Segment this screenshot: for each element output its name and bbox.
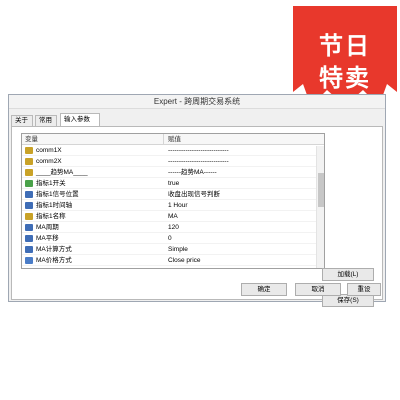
ok-button[interactable]: 确定 <box>241 283 287 296</box>
param-value[interactable]: 收盘出现信号判断 <box>168 189 220 200</box>
tab-about[interactable]: 关于 <box>11 115 33 126</box>
number-icon <box>25 223 33 231</box>
param-name: MA平移 <box>36 235 59 242</box>
column-divider[interactable] <box>163 134 164 145</box>
params-table: 变量 赋值 comm1X ---------------------------… <box>21 133 325 269</box>
param-value[interactable]: 0 <box>168 233 172 244</box>
param-name: 指标1开关 <box>36 180 66 187</box>
param-value[interactable]: MA <box>168 211 178 222</box>
table-row[interactable]: MA价格方式 Close price <box>22 255 324 266</box>
scrollbar-thumb[interactable] <box>318 173 324 207</box>
param-name: MA周期 <box>36 224 59 231</box>
param-name: 指标1时间轴 <box>36 202 73 209</box>
expert-dialog: Expert - 跨周期交易系统 关于 常用 输入参数 变量 赋值 comm1X… <box>8 94 386 307</box>
param-name: ____趋势MA____ <box>36 169 88 176</box>
input-params-panel: 变量 赋值 comm1X ---------------------------… <box>11 126 383 307</box>
cancel-button[interactable]: 取消 <box>295 283 341 296</box>
param-name: comm2X <box>36 158 62 165</box>
param-value[interactable]: 1 Hour <box>168 200 188 211</box>
column-header-value[interactable]: 赋值 <box>168 134 181 145</box>
number-icon <box>25 190 33 198</box>
tab-common[interactable]: 常用 <box>35 115 57 126</box>
param-name: 指标1信号位置 <box>36 191 79 198</box>
number-icon <box>25 245 33 253</box>
table-row[interactable]: MA平移 0 <box>22 233 324 244</box>
load-button[interactable]: 加载(L) <box>322 268 374 281</box>
param-name: comm1X <box>36 147 62 154</box>
promo-text-line1: 节日 <box>319 32 371 60</box>
vertical-scrollbar[interactable] <box>316 146 324 268</box>
param-name: MA价格方式 <box>36 257 72 264</box>
param-name: 指标1名称 <box>36 213 66 220</box>
param-value[interactable]: true <box>168 178 179 189</box>
table-header: 变量 赋值 <box>22 134 324 145</box>
param-value[interactable]: ---------------------------- <box>168 145 229 156</box>
param-name: MA计算方式 <box>36 246 72 253</box>
table-row[interactable]: 指标1信号位置 收盘出现信号判断 <box>22 189 324 200</box>
promo-badge: 节日 特卖 <box>293 6 397 106</box>
column-header-variable[interactable]: 变量 <box>25 134 38 145</box>
promo-text-line2: 特卖 <box>319 64 371 92</box>
number-icon <box>25 234 33 242</box>
table-row[interactable]: MA计算方式 Simple <box>22 244 324 255</box>
param-value[interactable]: ------趋势MA------ <box>168 167 217 178</box>
dialog-title: Expert - 跨周期交易系统 <box>9 95 385 109</box>
param-value[interactable]: Close price <box>168 255 201 266</box>
tab-input-params[interactable]: 输入参数 <box>60 113 100 127</box>
table-row[interactable]: comm2X ---------------------------- <box>22 156 324 167</box>
param-value[interactable]: ---------------------------- <box>168 156 229 167</box>
number-icon <box>25 201 33 209</box>
table-row[interactable]: comm1X ---------------------------- <box>22 145 324 156</box>
table-row[interactable]: ____趋势MA____ ------趋势MA------ <box>22 167 324 178</box>
ab-icon <box>25 157 33 165</box>
param-value[interactable]: Simple <box>168 244 188 255</box>
ab-icon <box>25 168 33 176</box>
table-row[interactable]: 指标1开关 true <box>22 178 324 189</box>
ab-icon <box>25 146 33 154</box>
ab-icon <box>25 212 33 220</box>
bool-icon <box>25 179 33 187</box>
reset-button[interactable]: 重设 <box>347 283 381 296</box>
table-row[interactable]: MA周期 120 <box>22 222 324 233</box>
enum-icon <box>25 256 33 264</box>
param-value[interactable]: 120 <box>168 222 179 233</box>
table-row[interactable]: 指标1名称 MA <box>22 211 324 222</box>
table-row[interactable]: 指标1时间轴 1 Hour <box>22 200 324 211</box>
